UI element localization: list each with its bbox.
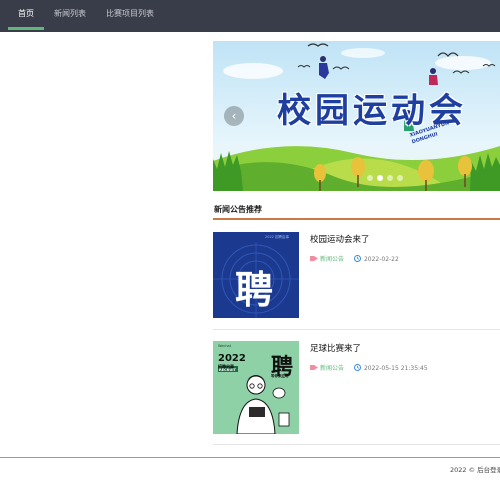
chevron-left-icon: ‹ bbox=[231, 109, 237, 123]
carousel-prev-button[interactable]: ‹ bbox=[224, 106, 244, 126]
tag-icon bbox=[310, 256, 318, 261]
nav-item-news-list[interactable]: 新闻列表 bbox=[50, 0, 90, 32]
thumbnail-year: 2022 bbox=[218, 353, 246, 364]
footer-divider bbox=[0, 457, 500, 458]
news-thumbnail[interactable]: 聘 2022 招聘启事 bbox=[213, 232, 299, 318]
news-category[interactable]: 新闻公告 bbox=[320, 365, 344, 372]
news-meta: 新闻公告 2022-02-22 bbox=[310, 254, 399, 263]
thumbnail-line3: 等你来应聘 bbox=[271, 374, 289, 378]
news-thumbnail[interactable]: 聘 Wechat 2022 招聘启事 RECRUIT 等你来应聘 bbox=[213, 341, 299, 434]
tag-icon bbox=[310, 365, 318, 370]
nav-active-underline bbox=[8, 27, 44, 30]
top-nav-bar: 首页 新闻列表 比赛项目列表 bbox=[0, 0, 500, 32]
news-title[interactable]: 校园运动会来了 bbox=[310, 233, 370, 245]
news-item[interactable]: 聘 Wechat 2022 招聘启事 RECRUIT 等你来应聘 足球比赛来了 … bbox=[213, 341, 500, 434]
news-title[interactable]: 足球比赛来了 bbox=[310, 342, 361, 354]
nav-item-home-label: 首页 bbox=[18, 9, 34, 18]
news-meta: 新闻公告 2022-05-15 21:35:45 bbox=[310, 363, 428, 372]
clock-icon bbox=[353, 255, 361, 262]
carousel-dot-active[interactable] bbox=[377, 175, 383, 181]
thumbnail-big-character: 聘 bbox=[235, 268, 274, 312]
nav-item-news-list-label: 新闻列表 bbox=[54, 9, 86, 18]
list-divider bbox=[213, 329, 500, 330]
banner-carousel[interactable]: 校园运动会 XIAOYUANYUN DONGHUI ‹ bbox=[213, 41, 500, 191]
list-divider bbox=[213, 444, 500, 445]
nav-item-competition-list[interactable]: 比赛项目列表 bbox=[100, 0, 160, 32]
thumbnail-brand: Wechat bbox=[218, 344, 232, 348]
thumbnail-line2: RECRUIT bbox=[219, 368, 236, 372]
news-item[interactable]: 聘 2022 招聘启事 校园运动会来了 新闻公告 2022-02-22 bbox=[213, 232, 500, 318]
section-divider bbox=[213, 218, 500, 220]
footer-copyright[interactable]: 2022 © 后台登录 bbox=[450, 464, 500, 474]
news-date: 2022-02-22 bbox=[363, 256, 399, 263]
nav-item-home[interactable]: 首页 bbox=[8, 0, 44, 32]
nav-item-competition-list-label: 比赛项目列表 bbox=[106, 9, 154, 18]
news-category[interactable]: 新闻公告 bbox=[320, 256, 344, 263]
news-date: 2022-05-15 21:35:45 bbox=[363, 365, 428, 372]
thumbnail-caption: 2022 招聘启事 bbox=[265, 235, 290, 239]
carousel-dot[interactable] bbox=[397, 175, 403, 181]
carousel-dot[interactable] bbox=[387, 175, 393, 181]
carousel-dot[interactable] bbox=[367, 175, 373, 181]
section-title: 新闻公告推荐 bbox=[214, 205, 262, 214]
clock-icon bbox=[353, 364, 361, 371]
